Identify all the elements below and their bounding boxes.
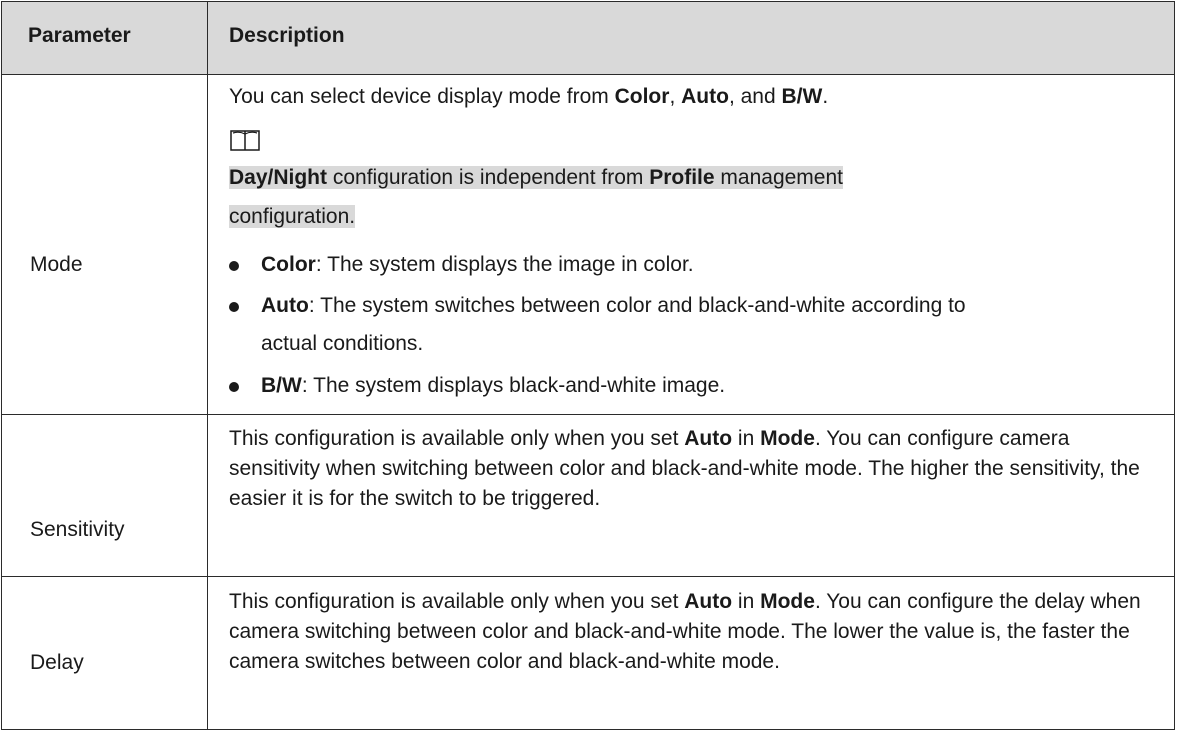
bullet-dot-icon [229, 261, 239, 271]
row-divider [2, 414, 1174, 415]
param-mode: Mode [30, 253, 83, 276]
param-sensitivity: Sensitivity [30, 518, 125, 541]
list-item: Color: The system displays the image in … [229, 246, 1154, 284]
column-divider [207, 2, 208, 729]
table-header [2, 2, 1174, 75]
header-description: Description [229, 24, 345, 47]
note-line-2: configuration. [229, 205, 356, 228]
row-divider [2, 576, 1174, 577]
param-delay: Delay [30, 651, 84, 674]
note-line-1: Day/Night configuration is independent f… [229, 166, 843, 189]
mode-intro: You can select device display mode from … [229, 85, 829, 108]
list-item: B/W: The system displays black-and-white… [229, 367, 1154, 405]
header-parameter: Parameter [28, 24, 131, 47]
parameter-table: Parameter Description Mode You can selec… [1, 1, 1175, 730]
delay-description: This configuration is available only whe… [229, 590, 1141, 673]
note-book-icon [230, 130, 260, 151]
bullet-dot-icon [229, 302, 239, 312]
sensitivity-description: This configuration is available only whe… [229, 427, 1140, 510]
bullet-dot-icon [229, 382, 239, 392]
list-item: Auto: The system switches between color … [229, 287, 1154, 363]
row-divider [2, 74, 1174, 75]
